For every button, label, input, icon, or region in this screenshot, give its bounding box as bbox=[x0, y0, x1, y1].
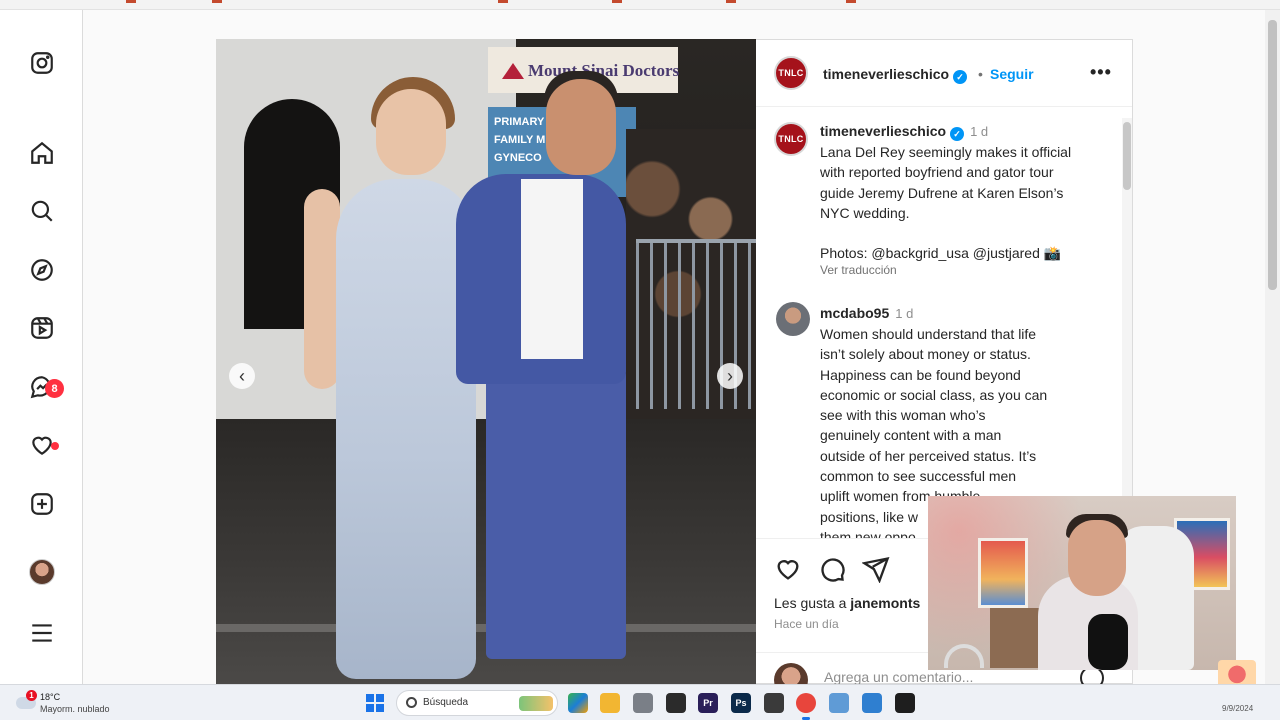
comment-time: 1 d bbox=[895, 306, 914, 321]
instagram-logo-icon[interactable] bbox=[27, 48, 57, 78]
carousel-next-button[interactable]: › bbox=[717, 363, 743, 389]
liker-handle[interactable]: janemonts bbox=[850, 595, 920, 611]
copilot-icon[interactable] bbox=[568, 693, 588, 713]
settings-icon[interactable] bbox=[633, 693, 653, 713]
search-icon[interactable] bbox=[27, 196, 57, 226]
home-icon[interactable] bbox=[27, 138, 57, 168]
follow-button[interactable]: Seguir bbox=[990, 66, 1034, 82]
notification-dot bbox=[51, 442, 59, 450]
comment-input[interactable]: Agrega un comentario... bbox=[824, 669, 973, 685]
reels-icon[interactable] bbox=[27, 313, 57, 343]
comment-icon[interactable] bbox=[818, 555, 846, 583]
comments-scrollbar[interactable] bbox=[1122, 118, 1132, 538]
snipping-icon[interactable] bbox=[862, 693, 882, 713]
post-header: TNLC timeneverlieschico ✓ • Seguir ••• bbox=[756, 40, 1132, 107]
media-app-icon[interactable] bbox=[666, 693, 686, 713]
verified-icon: ✓ bbox=[953, 70, 968, 84]
comment-author-avatar[interactable] bbox=[776, 302, 810, 336]
browser-top-strip bbox=[0, 0, 1280, 10]
caption-author-avatar[interactable]: TNLC bbox=[774, 122, 808, 156]
author-handle[interactable]: timeneverlieschico ✓ bbox=[823, 66, 968, 84]
share-icon[interactable] bbox=[862, 555, 890, 583]
likes-summary: Les gusta a janemonts bbox=[774, 595, 921, 611]
profile-avatar[interactable] bbox=[29, 559, 55, 585]
taskbar-search-placeholder: Búsqueda bbox=[423, 697, 469, 708]
app-green-icon[interactable] bbox=[895, 693, 915, 713]
search-icon bbox=[406, 697, 417, 708]
search-highlight-art bbox=[519, 696, 553, 711]
file-explorer-icon[interactable] bbox=[600, 693, 620, 713]
explore-icon[interactable] bbox=[27, 255, 57, 285]
photo-credits: Photos: @backgrid_usa @justjared 📸 bbox=[820, 245, 1062, 262]
carousel-prev-button[interactable]: ‹ bbox=[229, 363, 255, 389]
post-caption: Lana Del Rey seemingly makes it official… bbox=[820, 142, 1110, 263]
webcam-overlay bbox=[928, 496, 1236, 670]
notepad-icon[interactable] bbox=[829, 693, 849, 713]
sidebar-nav: 8 bbox=[0, 10, 83, 684]
more-options-button[interactable]: ••• bbox=[1090, 62, 1112, 83]
taskbar-search[interactable]: Búsqueda bbox=[396, 690, 558, 716]
create-icon[interactable] bbox=[27, 489, 57, 519]
like-heart-icon[interactable] bbox=[774, 555, 802, 583]
taskbar: 1 18°C Mayorm. nublado Búsqueda Pr Ps 9/9… bbox=[0, 684, 1280, 720]
verified-icon: ✓ bbox=[950, 127, 965, 141]
caption-author-handle[interactable]: timeneverlieschico ✓ 1 d bbox=[820, 123, 988, 141]
weather-temperature[interactable]: 18°C bbox=[40, 692, 60, 702]
weather-badge: 1 bbox=[26, 690, 37, 701]
page-scrollbar[interactable] bbox=[1265, 10, 1280, 684]
author-avatar[interactable]: TNLC bbox=[774, 56, 808, 90]
post-photo: Mount Sinai Doctors PRIMARY FAMILY ME GY… bbox=[216, 39, 756, 684]
weather-condition[interactable]: Mayorm. nublado bbox=[40, 704, 110, 714]
chrome-icon[interactable] bbox=[796, 693, 816, 720]
messages-badge: 8 bbox=[45, 379, 64, 398]
photoshop-icon[interactable]: Ps bbox=[731, 693, 751, 713]
comment-author-handle[interactable]: mcdabo95 1 d bbox=[820, 305, 913, 321]
start-button[interactable] bbox=[366, 694, 384, 712]
caption-time: 1 d bbox=[970, 124, 989, 139]
taskbar-date: 9/9/2024 bbox=[1222, 704, 1254, 713]
separator-dot: • bbox=[978, 66, 983, 82]
menu-icon[interactable] bbox=[27, 618, 57, 648]
terminal-icon[interactable] bbox=[764, 693, 784, 713]
premiere-pro-icon[interactable]: Pr bbox=[698, 693, 718, 713]
comments-list: TNLC timeneverlieschico ✓ 1 d Lana Del Rey… bbox=[756, 108, 1132, 538]
see-translation-link[interactable]: Ver traducción bbox=[820, 263, 897, 277]
post-timestamp: Hace un día bbox=[774, 617, 839, 631]
